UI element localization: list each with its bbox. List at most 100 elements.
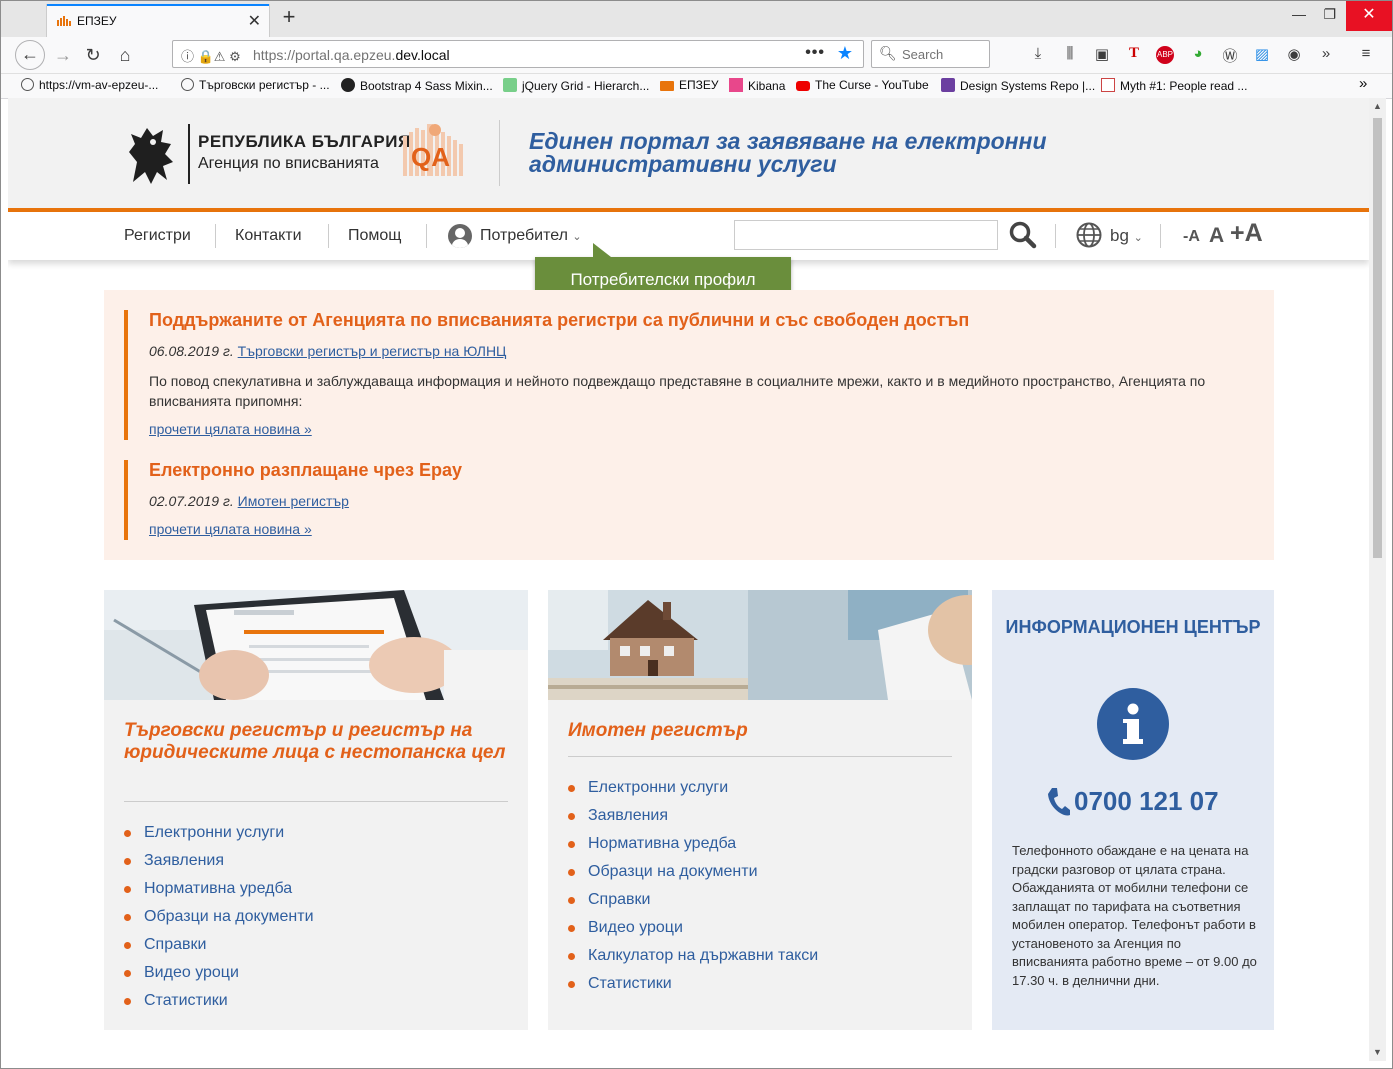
bookmark-item[interactable]: Myth #1: People read ... (1101, 78, 1247, 93)
list-item[interactable]: Калкулатор на държавни такси (568, 942, 818, 970)
window-close-button[interactable]: ✕ (1346, 1, 1392, 31)
news-register-link[interactable]: Имотен регистър (238, 493, 349, 509)
info-center-title: ИНФОРМАЦИОНЕН ЦЕНТЪР (1005, 617, 1261, 637)
search-icon[interactable] (1008, 220, 1038, 250)
card-links: Електронни услуги Заявления Нормативна у… (568, 774, 818, 998)
list-item[interactable]: Образци на документи (568, 858, 818, 886)
tablet-photo (104, 590, 528, 700)
list-item[interactable]: Видео уроци (568, 914, 818, 942)
list-item[interactable]: Справки (124, 931, 314, 959)
page-scrollbar[interactable]: ▲ ▼ (1369, 98, 1386, 1061)
read-more-link[interactable]: прочети цялата новина » (149, 521, 312, 537)
language-selector[interactable]: bg ⌄ (1110, 226, 1143, 246)
library-icon[interactable]: ⫼ (1059, 45, 1081, 62)
s-extension-icon[interactable]: ▨ (1251, 45, 1273, 63)
downloads-icon[interactable]: ⤓ (1027, 45, 1049, 62)
t-extension-icon[interactable]: T (1123, 45, 1145, 62)
page-actions-icon[interactable]: ••• (805, 44, 825, 62)
new-tab-button[interactable]: + (279, 6, 299, 28)
nav-registers[interactable]: Регистри (124, 227, 191, 245)
list-item[interactable]: Статистики (124, 987, 314, 1015)
bookmark-item[interactable]: The Curse - YouTube (796, 78, 929, 92)
site-info-icon[interactable]: ⓘ 🔒⚠ ⚙ (181, 46, 241, 65)
wappalyzer-icon[interactable]: Ⓦ (1219, 45, 1241, 66)
nav-contacts[interactable]: Контакти (235, 227, 302, 245)
bookmarks-overflow-icon[interactable]: » (1359, 75, 1367, 92)
news-date: 06.08.2019 г. (149, 343, 234, 359)
read-more-link[interactable]: прочети цялата новина » (149, 421, 312, 437)
reload-button[interactable]: ↻ (81, 43, 105, 67)
url-text: https://portal.qa.epzeu.dev.local (253, 47, 450, 63)
user-avatar-icon[interactable] (448, 224, 472, 248)
card-links: Електронни услуги Заявления Нормативна у… (124, 819, 314, 1015)
menu-icon[interactable]: ≡ (1355, 45, 1377, 62)
bookmark-item[interactable]: Търговски регистър - ... (181, 78, 330, 92)
forward-button[interactable]: → (51, 43, 75, 67)
bookmark-item[interactable]: Bootstrap 4 Sass Mixin... (341, 78, 493, 93)
property-register-card: Имотен регистър Електронни услуги Заявле… (548, 590, 972, 1030)
news-title[interactable]: Поддържаните от Агенцията по вписванията… (149, 310, 1259, 331)
card-divider (568, 756, 952, 757)
account-icon[interactable]: ◉ (1283, 45, 1305, 63)
minimize-icon[interactable]: — (1292, 6, 1306, 22)
card-title[interactable]: Имотен регистър (568, 720, 953, 742)
list-item[interactable]: Електронни услуги (124, 819, 314, 847)
bookmark-item[interactable]: jQuery Grid - Hierarch... (503, 78, 649, 93)
list-item[interactable]: Видео уроци (124, 959, 314, 987)
news-item: Електронно разплащане чрез Epay 02.07.20… (124, 460, 1259, 540)
qa-label: QA (411, 142, 450, 172)
list-item[interactable]: Справки (568, 886, 818, 914)
list-item[interactable]: Статистики (568, 970, 818, 998)
back-button[interactable]: ← (15, 40, 45, 70)
nav-separator (1160, 224, 1161, 248)
font-smaller-button[interactable]: -A (1183, 228, 1200, 246)
nav-user-menu[interactable]: Потребител ⌄ (480, 227, 582, 245)
list-item[interactable]: Нормативна уредба (568, 830, 818, 858)
list-item[interactable]: Нормативна уредба (124, 875, 314, 903)
list-item[interactable]: Заявления (124, 847, 314, 875)
news-title[interactable]: Електронно разплащане чрез Epay (149, 460, 1259, 481)
chevron-down-icon: ⌄ (1133, 232, 1143, 244)
font-default-button[interactable]: A (1209, 224, 1224, 248)
overflow-chevron-icon[interactable]: » (1315, 45, 1337, 62)
globe-icon (21, 78, 34, 91)
card-title[interactable]: Търговски регистър и регистър на юридиче… (124, 720, 509, 764)
sidebar-icon[interactable]: ▣ (1091, 45, 1113, 63)
main-navigation: Регистри Контакти Помощ Потребител ⌄ bg … (8, 212, 1369, 260)
news-meta: 02.07.2019 г. Имотен регистър (149, 493, 1259, 509)
list-item[interactable]: Електронни услуги (568, 774, 818, 802)
epzeu-icon (660, 81, 674, 91)
close-tab-icon[interactable]: ✕ (248, 11, 261, 31)
tab-epzeu[interactable]: ЕПЗЕУ ✕ (47, 4, 269, 37)
home-button[interactable]: ⌂ (113, 43, 137, 67)
nav-help[interactable]: Помощ (348, 227, 401, 245)
bookmark-star-icon[interactable]: ★ (837, 43, 853, 64)
bookmark-item[interactable]: ЕПЗЕУ (660, 78, 719, 92)
jquery-icon (503, 78, 517, 92)
chevron-down-icon: ⌄ (572, 231, 582, 243)
font-larger-button[interactable]: +A (1230, 219, 1263, 248)
adblock-icon[interactable]: ABP (1156, 46, 1174, 64)
bookmark-item[interactable]: https://vm-av-epzeu-... (21, 78, 158, 92)
logo-agency: Агенция по вписванията (198, 155, 379, 172)
news-register-link[interactable]: Търговски регистър и регистър на ЮЛНЦ (238, 343, 507, 359)
restore-icon[interactable]: ❐ (1323, 6, 1336, 23)
scroll-down-icon[interactable]: ▼ (1369, 1044, 1386, 1061)
color-extension-icon[interactable]: ◕ (1187, 45, 1209, 62)
bookmark-item[interactable]: Design Systems Repo |... (941, 78, 1095, 93)
commercial-register-card: Търговски регистър и регистър на юридиче… (104, 590, 528, 1030)
tab-title: ЕПЗЕУ (77, 14, 117, 28)
scroll-thumb[interactable] (1373, 118, 1382, 558)
news-body: По повод спекулативна и заблуждаваща инф… (149, 373, 1206, 409)
card-divider (124, 801, 508, 802)
bookmarks-toolbar: https://vm-av-epzeu-... Търговски регист… (1, 74, 1392, 99)
info-phone-number[interactable]: 0700 121 07 (1074, 786, 1219, 817)
header-divider (499, 120, 500, 186)
url-bar[interactable]: ⓘ 🔒⚠ ⚙ https://portal.qa.epzeu.dev.local… (172, 40, 864, 68)
list-item[interactable]: Заявления (568, 802, 818, 830)
site-search-input[interactable] (734, 220, 998, 250)
scroll-up-icon[interactable]: ▲ (1369, 98, 1386, 115)
browser-search-input[interactable]: 🔍︎ Search (871, 40, 990, 68)
list-item[interactable]: Образци на документи (124, 903, 314, 931)
bookmark-item[interactable]: Kibana (729, 78, 785, 93)
